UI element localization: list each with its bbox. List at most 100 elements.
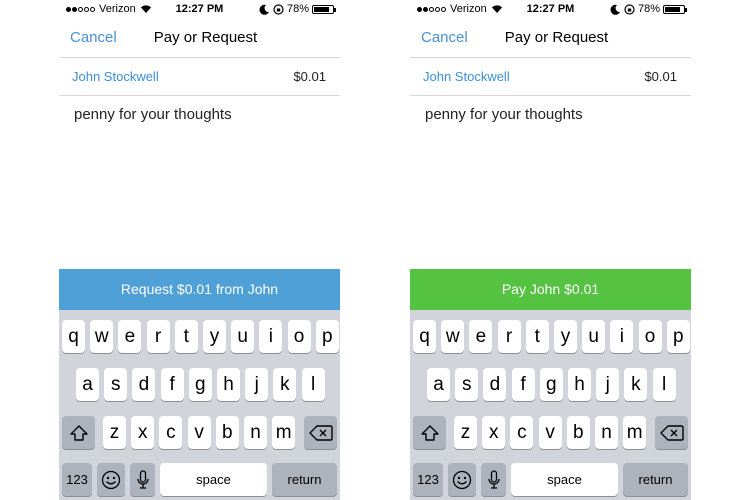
delete-key[interactable] [304,416,337,449]
key-p[interactable]: p [666,320,690,353]
delete-icon [308,422,333,443]
rotation-lock-icon [273,3,284,15]
key-n[interactable]: n [244,416,267,449]
key-r[interactable]: r [497,320,521,353]
shift-key[interactable] [62,416,95,449]
page-title: Pay or Request [504,29,609,46]
key-c[interactable]: c [159,416,183,449]
return-key[interactable]: return [272,463,337,496]
key-i[interactable]: i [610,320,634,353]
key-j[interactable]: j [245,368,269,401]
key-a[interactable]: a [427,368,450,401]
key-x[interactable]: x [482,416,506,449]
key-u[interactable]: u [231,320,255,353]
key-f[interactable]: f [511,368,535,401]
key-k[interactable]: k [273,368,297,401]
shift-key[interactable] [413,416,446,449]
key-n[interactable]: n [595,416,618,449]
key-j[interactable]: j [596,368,620,401]
recipient-name[interactable]: John Stockwell [72,69,159,84]
numbers-key[interactable]: 123 [413,463,443,496]
microphone-key[interactable] [130,463,155,496]
key-m[interactable]: m [272,416,296,449]
microphone-icon [136,469,149,490]
recipient-row[interactable]: John Stockwell $0.01 [59,58,340,96]
key-k[interactable]: k [624,368,648,401]
key-h[interactable]: h [568,368,591,401]
key-o[interactable]: o [287,320,311,353]
navigation-bar: Cancel Pay or Request [59,19,340,58]
recipient-row[interactable]: John Stockwell $0.01 [410,58,691,96]
key-q[interactable]: q [62,320,85,353]
key-l[interactable]: l [652,368,676,401]
key-v[interactable]: v [187,416,211,449]
emoji-key[interactable] [97,463,125,496]
key-f[interactable]: f [160,368,184,401]
page-title: Pay or Request [153,29,258,46]
key-g[interactable]: g [188,368,212,401]
key-z[interactable]: z [454,416,477,449]
emoji-key[interactable] [448,463,476,496]
space-key[interactable]: space [160,463,267,496]
phone-screen-request: Verizon 12:27 PM 78% Cancel Pay or Reque… [59,0,340,500]
key-x[interactable]: x [131,416,155,449]
moon-icon [610,4,621,15]
key-w[interactable]: w [90,320,114,353]
recipient-name[interactable]: John Stockwell [423,69,510,84]
key-d[interactable]: d [132,368,156,401]
key-l[interactable]: l [301,368,325,401]
key-g[interactable]: g [539,368,563,401]
emoji-icon [101,469,121,490]
battery-icon [312,4,336,14]
key-y[interactable]: y [203,320,226,353]
key-u[interactable]: u [582,320,606,353]
moon-icon [259,4,270,15]
status-bar: Verizon 12:27 PM 78% [410,0,691,19]
key-i[interactable]: i [259,320,283,353]
key-t[interactable]: t [525,320,549,353]
key-s[interactable]: s [104,368,128,401]
space-key[interactable]: space [511,463,618,496]
delete-icon [659,422,684,443]
note-input[interactable]: penny for your thoughts [74,106,232,123]
key-p[interactable]: p [315,320,339,353]
request-button[interactable]: Request $0.01 from John [59,269,340,310]
note-input[interactable]: penny for your thoughts [425,106,583,123]
key-c[interactable]: c [510,416,534,449]
microphone-key[interactable] [481,463,506,496]
key-e[interactable]: e [469,320,493,353]
amount-field[interactable]: $0.01 [293,69,326,84]
emoji-icon [452,469,472,490]
key-q[interactable]: q [413,320,436,353]
key-s[interactable]: s [455,368,479,401]
pay-button[interactable]: Pay John $0.01 [410,269,691,310]
amount-field[interactable]: $0.01 [644,69,677,84]
navigation-bar: Cancel Pay or Request [410,19,691,58]
key-a[interactable]: a [76,368,99,401]
key-v[interactable]: v [538,416,562,449]
delete-key[interactable] [655,416,688,449]
phone-screen-pay: Verizon 12:27 PM 78% Cancel Pay or Reque… [410,0,691,500]
key-m[interactable]: m [623,416,647,449]
shift-icon [420,422,439,443]
battery-icon [663,4,687,14]
keyboard: q w e r t y u i o p a s d f g h j k l z x c v b n m 123 space return [59,310,340,500]
rotation-lock-icon [624,3,635,15]
battery-percentage: 78% [637,3,660,15]
status-bar: Verizon 12:27 PM 78% [59,0,340,19]
return-key[interactable]: return [623,463,688,496]
key-o[interactable]: o [638,320,662,353]
shift-icon [69,422,88,443]
key-b[interactable]: b [566,416,590,449]
key-e[interactable]: e [118,320,142,353]
key-r[interactable]: r [146,320,170,353]
key-b[interactable]: b [215,416,239,449]
key-w[interactable]: w [441,320,465,353]
key-y[interactable]: y [554,320,577,353]
key-d[interactable]: d [483,368,507,401]
key-t[interactable]: t [174,320,198,353]
keyboard: q w e r t y u i o p a s d f g h j k l z x c v b n m 123 space return [410,310,691,500]
numbers-key[interactable]: 123 [62,463,92,496]
key-z[interactable]: z [103,416,126,449]
key-h[interactable]: h [217,368,240,401]
